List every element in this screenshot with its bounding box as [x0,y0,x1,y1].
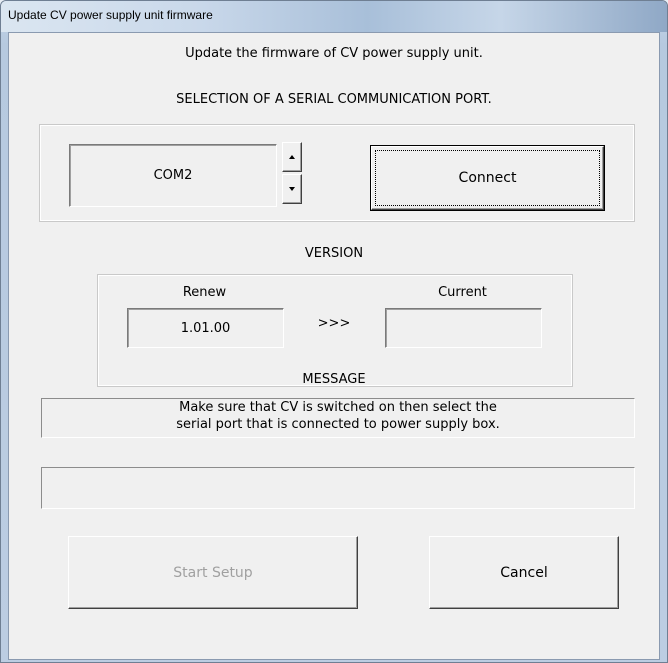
spin-down-icon [289,187,295,191]
version-heading: VERSION [304,246,364,261]
renew-version-value: 1.01.00 [180,320,231,336]
dialog-client-area: Update the firmware of CV power supply u… [8,32,660,660]
focus-ring [375,150,600,206]
current-label: Current [438,285,487,300]
message-line-2: serial port that is connected to power s… [176,417,500,432]
start-setup-button[interactable]: Start Setup [68,536,358,609]
port-heading: SELECTION OF A SERIAL COMMUNICATION PORT… [176,92,492,107]
dialog-window: Update CV power supply unit firmware Upd… [0,0,668,663]
renew-label: Renew [182,285,227,300]
window-title: Update CV power supply unit firmware [8,8,213,22]
port-display: COM2 [69,144,277,207]
spin-up-icon [289,155,295,159]
intro-text: Update the firmware of CV power supply u… [185,46,483,61]
start-setup-label: Start Setup [173,564,253,581]
cancel-label: Cancel [500,564,548,581]
current-version-field [385,308,542,348]
version-arrow: >>> [317,316,351,331]
message-line-1: Make sure that CV is switched on then se… [179,400,497,415]
title-bar[interactable]: Update CV power supply unit firmware [1,1,667,32]
message-box: Make sure that CV is switched on then se… [41,398,635,438]
message-heading: MESSAGE [302,372,366,387]
spin-up-button[interactable] [282,142,302,172]
progress-status-box [41,467,635,509]
renew-version-field: 1.01.00 [127,308,284,348]
connect-button[interactable]: Connect [370,145,605,211]
port-value: COM2 [153,168,193,183]
cancel-button[interactable]: Cancel [429,536,619,609]
spin-down-button[interactable] [282,174,302,204]
